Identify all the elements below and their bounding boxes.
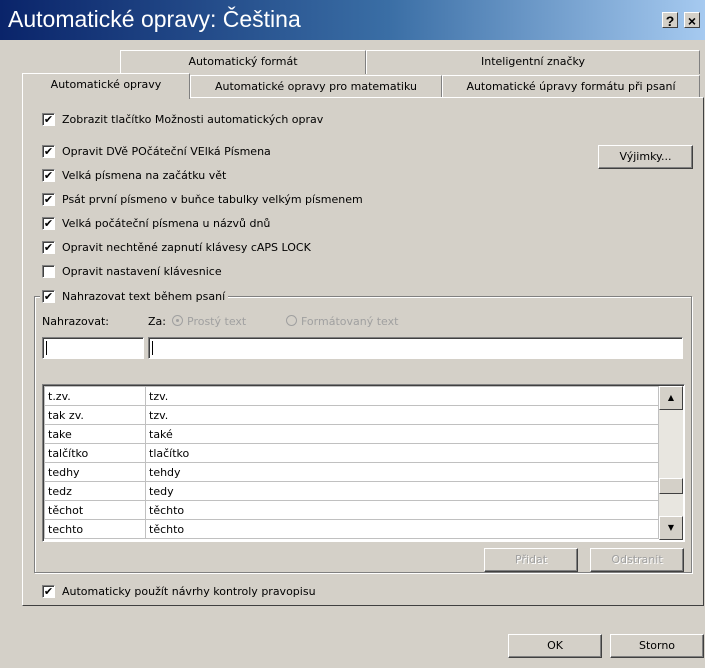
entries-table: t.zv. tzv. tak zv. tzv. take také talčítko tlač… xyxy=(44,386,659,539)
title-bar: Automatické opravy: Čeština ? × xyxy=(0,0,705,40)
entry-with-cell[interactable]: také xyxy=(145,424,659,444)
tab-inteligentni-znacky[interactable]: Inteligentní značky xyxy=(366,50,700,74)
table-row[interactable]: t.zv. tzv. xyxy=(44,386,659,406)
radio-icon xyxy=(286,315,297,326)
spellcheck-suggestions-checkbox[interactable]: ✔ Automaticky použít návrhy kontroly pra… xyxy=(42,583,316,599)
option-caps-lock[interactable]: ✔ Opravit nechtěné zapnutí klávesy cAPS … xyxy=(42,239,311,255)
checkbox-empty[interactable] xyxy=(42,264,55,278)
radio-icon xyxy=(172,315,183,326)
tab-upravy-formatu[interactable]: Automatické úpravy formátu při psaní xyxy=(442,75,700,99)
with-input[interactable] xyxy=(148,337,683,359)
with-label: Za: xyxy=(148,315,166,328)
help-button[interactable]: ? xyxy=(662,12,678,29)
table-row[interactable]: tak zv. tzv. xyxy=(44,405,659,425)
entry-replace-cell[interactable]: tak zv. xyxy=(44,405,146,425)
table-row[interactable]: tedhy tehdy xyxy=(44,462,659,482)
text-caret xyxy=(152,341,153,355)
table-row[interactable]: techto těchto xyxy=(44,519,659,539)
entry-replace-cell[interactable]: take xyxy=(44,424,146,444)
option-capitalize-days[interactable]: ✔ Velká počáteční písmena u názvů dnů xyxy=(42,215,270,231)
scroll-thumb[interactable] xyxy=(659,478,683,494)
entry-with-cell[interactable]: těchto xyxy=(145,519,659,539)
option-label: Velká počáteční písmena u názvů dnů xyxy=(62,216,271,230)
check-icon[interactable]: ✔ xyxy=(42,192,55,206)
check-icon[interactable]: ✔ xyxy=(42,240,55,254)
close-button[interactable]: × xyxy=(684,12,700,29)
table-row[interactable]: take také xyxy=(44,424,659,444)
scrollbar[interactable]: ▲ ▼ xyxy=(659,386,683,540)
entry-replace-cell[interactable]: těchot xyxy=(44,500,146,520)
delete-button[interactable]: Odstranit xyxy=(590,548,684,572)
check-icon[interactable]: ✔ xyxy=(42,144,55,158)
add-button[interactable]: Přidat xyxy=(484,548,578,572)
entry-with-cell[interactable]: tehdy xyxy=(145,462,659,482)
option-two-initial-capitals[interactable]: ✔ Opravit DVě POčáteční VElká Písmena xyxy=(42,143,271,159)
radio-plain-text: Prostý text xyxy=(172,315,246,328)
check-icon[interactable]: ✔ xyxy=(42,584,55,598)
tab-automaticky-format[interactable]: Automatický formát xyxy=(120,50,366,74)
option-keyboard-setting[interactable]: Opravit nastavení klávesnice xyxy=(42,263,222,279)
tab-opravy-matematika[interactable]: Automatické opravy pro matematiku xyxy=(190,75,442,99)
scroll-down-icon[interactable]: ▼ xyxy=(659,516,683,540)
spellcheck-label: Automaticky použít návrhy kontroly pravo… xyxy=(62,584,316,598)
window-title: Automatické opravy: Čeština xyxy=(8,6,301,32)
entry-replace-cell[interactable]: techto xyxy=(44,519,146,539)
radio-formatted-text: Formátovaný text xyxy=(286,315,398,328)
entry-with-cell[interactable]: tlačítko xyxy=(145,443,659,463)
entry-with-cell[interactable]: těchto xyxy=(145,500,659,520)
entry-with-cell[interactable]: tedy xyxy=(145,481,659,501)
tab-automaticke-opravy[interactable]: Automatické opravy xyxy=(22,73,190,99)
autocorrect-list[interactable]: t.zv. tzv. tak zv. tzv. take také talčítko tlač… xyxy=(42,384,685,542)
option-show-buttons[interactable]: ✔ Zobrazit tlačítko Možnosti automatický… xyxy=(42,111,323,127)
check-icon[interactable]: ✔ xyxy=(42,216,55,230)
entry-replace-cell[interactable]: t.zv. xyxy=(44,386,146,406)
entry-replace-cell[interactable]: tedz xyxy=(44,481,146,501)
option-label: Zobrazit tlačítko Možnosti automatických… xyxy=(62,112,324,126)
entry-replace-cell[interactable]: tedhy xyxy=(44,462,146,482)
option-label: Opravit DVě POčáteční VElká Písmena xyxy=(62,144,271,158)
table-row[interactable]: tedz tedy xyxy=(44,481,659,501)
entry-with-cell[interactable]: tzv. xyxy=(145,405,659,425)
check-icon[interactable]: ✔ xyxy=(42,112,55,126)
check-icon[interactable]: ✔ xyxy=(42,289,55,303)
exceptions-button[interactable]: Výjimky... xyxy=(598,145,693,169)
table-row[interactable]: talčítko tlačítko xyxy=(44,443,659,463)
ok-button[interactable]: OK xyxy=(508,634,602,658)
option-capitalize-sentences[interactable]: ✔ Velká písmena na začátku vět xyxy=(42,167,226,183)
scroll-up-icon[interactable]: ▲ xyxy=(659,386,683,410)
cancel-button[interactable]: Storno xyxy=(610,634,704,658)
entry-with-cell[interactable]: tzv. xyxy=(145,386,659,406)
option-capitalize-table-cells[interactable]: ✔ Psát první písmeno v buňce tabulky vel… xyxy=(42,191,363,207)
table-row[interactable]: těchot těchto xyxy=(44,500,659,520)
option-label: Opravit nechtěné zapnutí klávesy cAPS LO… xyxy=(62,240,311,254)
option-label: Velká písmena na začátku vět xyxy=(62,168,227,182)
option-label: Opravit nastavení klávesnice xyxy=(62,264,222,278)
option-label: Psát první písmeno v buňce tabulky velký… xyxy=(62,192,363,206)
text-caret xyxy=(46,341,47,355)
replace-text-checkbox[interactable]: ✔ Nahrazovat text během psaní xyxy=(40,288,229,304)
replace-text-label: Nahrazovat text během psaní xyxy=(62,289,226,303)
replace-label: Nahrazovat: xyxy=(42,315,109,328)
entry-replace-cell[interactable]: talčítko xyxy=(44,443,146,463)
replace-input[interactable] xyxy=(42,337,144,359)
check-icon[interactable]: ✔ xyxy=(42,168,55,182)
